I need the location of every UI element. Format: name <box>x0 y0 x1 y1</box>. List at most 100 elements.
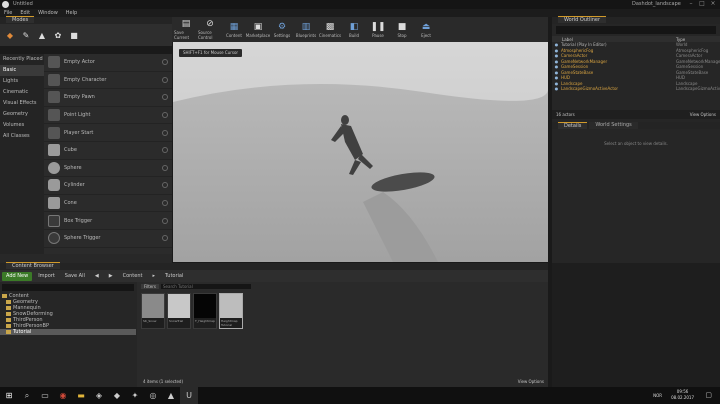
browser-icon[interactable]: ◉ <box>54 387 72 404</box>
list-item[interactable]: Empty Character <box>44 72 172 90</box>
folder-tutorial[interactable]: Tutorial <box>0 329 136 335</box>
window-tab[interactable]: Untitled <box>13 1 33 7</box>
level-viewport[interactable]: SHIFT+F1 for Mouse Cursor <box>173 42 548 262</box>
category-all-classes[interactable]: All Classes <box>0 131 44 142</box>
asset-tile[interactable]: Heightmap Tutorial <box>219 293 243 329</box>
app-icon[interactable]: ▲ <box>162 387 180 404</box>
maximize-icon[interactable]: □ <box>697 0 707 8</box>
pause-button[interactable]: ❚❚ Pause <box>366 17 390 41</box>
blueprints-button[interactable]: ▥ Blueprints <box>294 17 318 41</box>
list-item[interactable]: Sphere Trigger <box>44 230 172 248</box>
build-button[interactable]: ◧ Build <box>342 17 366 41</box>
file-explorer-icon[interactable]: ▬ <box>72 387 90 404</box>
pawn-icon <box>48 91 60 104</box>
cone-icon <box>48 197 60 210</box>
asset-view-options[interactable]: View Options <box>518 378 544 386</box>
modes-search-input[interactable] <box>0 46 172 54</box>
windows-start-icon[interactable]: ⊞ <box>0 387 18 404</box>
store-icon[interactable]: ◈ <box>90 387 108 404</box>
menu-window[interactable]: Window <box>34 10 62 16</box>
list-item[interactable]: Empty Pawn <box>44 89 172 107</box>
table-row[interactable]: ● LandscapeGizmoActiveActor LandscapeGizmo… <box>554 86 720 92</box>
landscape-mode-icon[interactable]: ▲ <box>36 28 48 42</box>
close-icon[interactable]: × <box>708 0 718 8</box>
character-figure <box>331 115 373 175</box>
filters-button[interactable]: Filters <box>141 284 159 289</box>
import-button[interactable]: Import <box>34 272 59 281</box>
place-mode-icon[interactable]: ◆ <box>4 28 16 42</box>
clock[interactable]: 09:56 08.02.2017 <box>671 389 694 401</box>
category-geometry[interactable]: Geometry <box>0 109 44 120</box>
task-view-icon[interactable]: ▭ <box>36 387 54 404</box>
paint-mode-icon[interactable]: ✎ <box>20 28 32 42</box>
outliner-tab[interactable]: World Outliner <box>552 16 720 24</box>
save-icon: ▤ <box>181 19 191 29</box>
outliner-search-input[interactable] <box>556 26 716 34</box>
asset-thumbnail <box>194 294 216 318</box>
table-row[interactable]: ● Landscape Landscape <box>554 81 720 87</box>
unreal-taskbar-icon[interactable]: U <box>180 387 198 404</box>
table-row[interactable]: ● GameNetworkManager GameNetworkManager <box>554 59 720 65</box>
breadcrumb-tutorial[interactable]: Tutorial <box>161 272 187 281</box>
table-row[interactable]: ● AtmosphericFog AtmosphericFog <box>554 48 720 54</box>
search-icon[interactable]: ⌕ <box>18 387 36 404</box>
app-icon[interactable]: ✦ <box>126 387 144 404</box>
stop-button[interactable]: ■ Stop <box>390 17 414 41</box>
list-item[interactable]: Empty Actor <box>44 54 172 72</box>
cinematics-button[interactable]: ▩ Cinematics <box>318 17 342 41</box>
nav-back-icon[interactable]: ◀ <box>91 272 103 281</box>
list-item[interactable]: Box Trigger <box>44 212 172 230</box>
app-icon[interactable]: ◎ <box>144 387 162 404</box>
table-row[interactable]: ● HUD HUD <box>554 75 720 81</box>
list-item[interactable]: Sphere <box>44 160 172 178</box>
folder-search-input[interactable] <box>2 284 134 291</box>
settings-button[interactable]: ⚙ Settings <box>270 17 294 41</box>
table-row[interactable]: ● Tutorial (Play In Editor) World <box>554 42 720 48</box>
app-icon[interactable]: ◆ <box>108 387 126 404</box>
asset-tile[interactable]: T_Heightmap <box>193 293 217 329</box>
marketplace-button[interactable]: ▣ Marketplace <box>246 17 271 41</box>
table-row[interactable]: ● GameStateBase GameStateBase <box>554 70 720 76</box>
notification-icon[interactable]: ▢ <box>705 391 712 399</box>
world-settings-tab[interactable]: World Settings <box>589 122 638 129</box>
label-column-header[interactable]: Label <box>562 37 676 42</box>
list-item[interactable]: Cylinder <box>44 177 172 195</box>
outliner-view-options[interactable]: View Options <box>690 110 716 119</box>
breadcrumb-content[interactable]: Content <box>119 272 147 281</box>
minimize-icon[interactable]: – <box>686 0 696 8</box>
source-control-button[interactable]: ⊘ Source Control <box>198 17 222 41</box>
asset-tile[interactable]: SnowTrail <box>167 293 191 329</box>
menu-help[interactable]: Help <box>62 10 81 16</box>
list-item[interactable]: Cone <box>44 195 172 213</box>
list-item[interactable]: Player Start <box>44 124 172 142</box>
eject-button[interactable]: ⏏ Eject <box>414 17 438 41</box>
list-item[interactable]: Cube <box>44 142 172 160</box>
category-recently-placed[interactable]: Recently Placed <box>0 54 44 65</box>
table-row[interactable]: ● CameraActor CameraActor <box>554 53 720 59</box>
asset-search-input[interactable]: Search Tutorial <box>161 284 251 289</box>
geometry-mode-icon[interactable]: ■ <box>68 28 80 42</box>
foliage-mode-icon[interactable]: ✿ <box>52 28 64 42</box>
list-item[interactable]: Point Light <box>44 107 172 125</box>
save-all-button[interactable]: Save All <box>61 272 89 281</box>
category-visual-effects[interactable]: Visual Effects <box>0 98 44 109</box>
category-volumes[interactable]: Volumes <box>0 120 44 131</box>
content-button[interactable]: ▦ Content <box>222 17 246 41</box>
type-column-header[interactable]: Type <box>676 37 720 42</box>
nav-forward-icon[interactable]: ▶ <box>105 272 117 281</box>
folder-icon <box>6 318 11 322</box>
cube-icon <box>48 144 60 157</box>
add-new-button[interactable]: Add New <box>2 271 33 281</box>
modes-tab[interactable]: Modes <box>0 16 172 24</box>
asset-tile[interactable]: SK_Snow <box>141 293 165 329</box>
outliner-header: Label Type <box>552 36 720 42</box>
asset-thumbnail <box>142 294 164 318</box>
category-lights[interactable]: Lights <box>0 76 44 87</box>
content-browser-tab[interactable]: Content Browser <box>0 262 548 270</box>
save-current-button[interactable]: ▤ Save Current <box>174 17 198 41</box>
language-indicator[interactable]: NOR <box>653 393 662 398</box>
category-basic[interactable]: Basic <box>0 65 44 76</box>
details-tab[interactable]: Details <box>558 122 588 129</box>
category-cinematic[interactable]: Cinematic <box>0 87 44 98</box>
table-row[interactable]: ● GameSession GameSession <box>554 64 720 70</box>
